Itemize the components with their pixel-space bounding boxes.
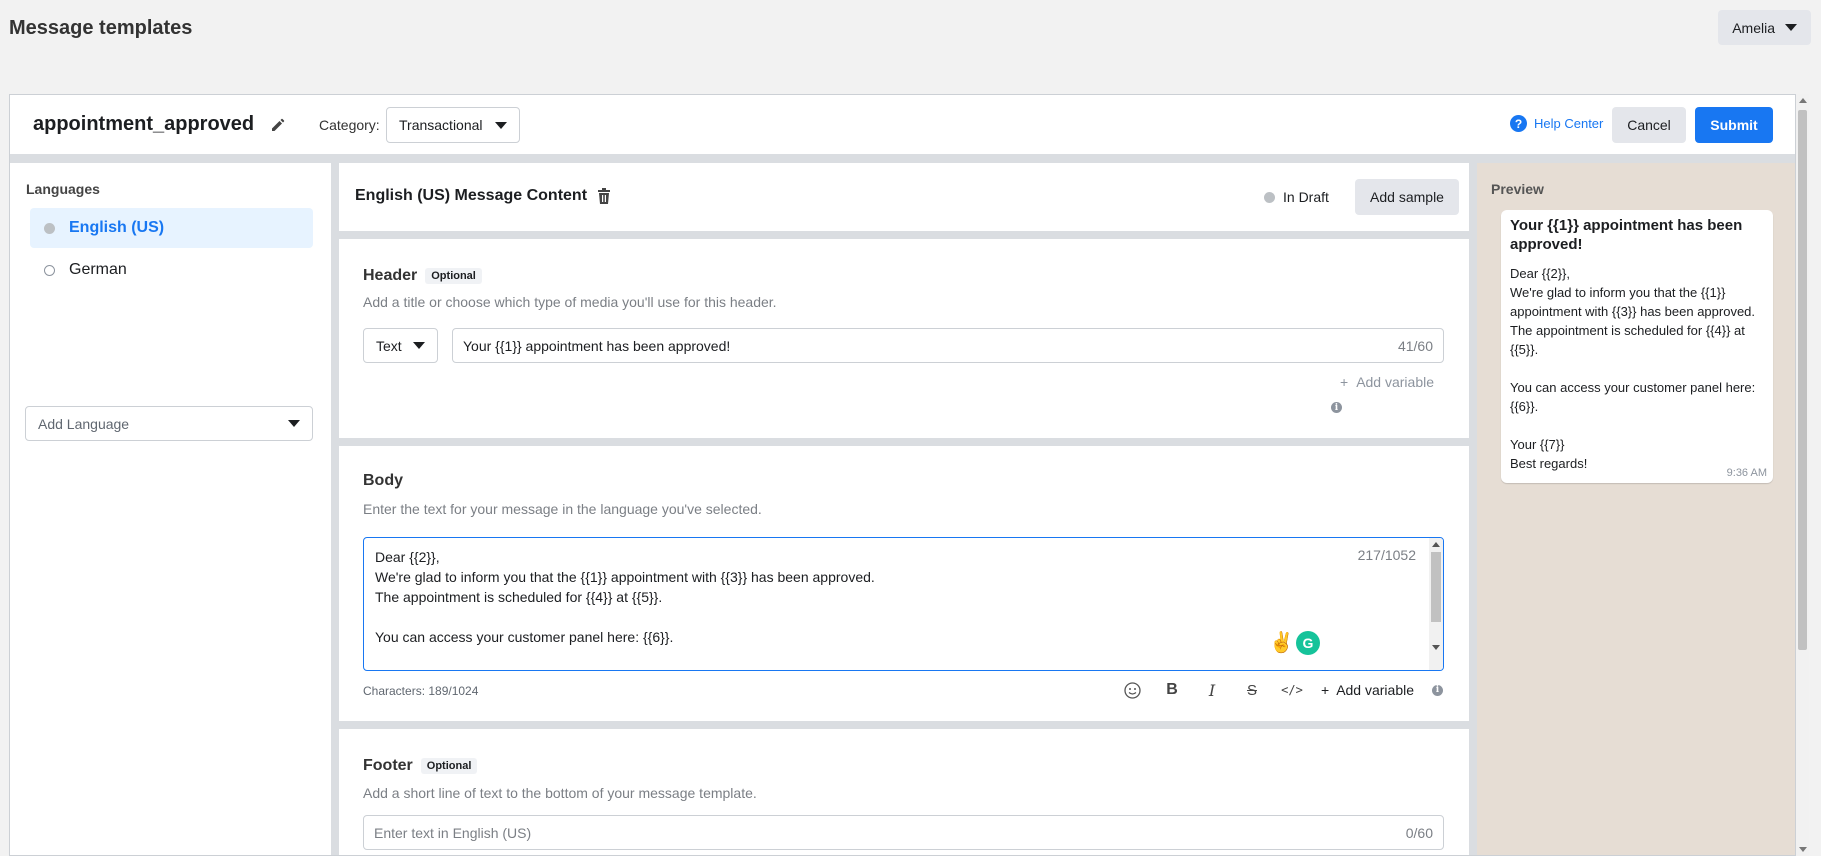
body-format-toolbar: B I S </> + Add variable i (1121, 679, 1444, 701)
status-label: In Draft (1283, 189, 1329, 205)
emoji-icon[interactable] (1121, 679, 1143, 701)
scroll-down-icon[interactable] (1799, 847, 1807, 852)
language-item-english[interactable]: English (US) (30, 208, 313, 248)
header-title-text: Header (363, 267, 418, 284)
plus-icon: + (1340, 374, 1349, 390)
language-status-dot (44, 264, 55, 276)
caret-down-icon (1785, 24, 1797, 31)
category-value: Transactional (399, 117, 483, 133)
body-textarea[interactable]: Dear {{2}}, We're glad to inform you tha… (363, 537, 1444, 671)
header-text-input[interactable]: Your {{1}} appointment has been approved… (452, 328, 1444, 363)
footer-description: Add a short line of text to the bottom o… (363, 785, 757, 801)
header-text-counter: 41/60 (1397, 337, 1433, 354)
strikethrough-icon[interactable]: S (1241, 679, 1263, 701)
optional-badge: Optional (420, 758, 478, 774)
textarea-scrollbar-thumb[interactable] (1431, 552, 1441, 622)
scroll-down-icon[interactable] (1432, 645, 1440, 650)
header-section: Header Optional Add a title or choose wh… (339, 239, 1469, 438)
languages-panel: Languages English (US) German Add Langua… (10, 163, 331, 855)
body-add-variable-button[interactable]: + Add variable (1321, 682, 1414, 698)
add-language-placeholder: Add Language (38, 415, 130, 432)
bold-icon[interactable]: B (1161, 679, 1183, 701)
top-bar: Message templates Amelia (0, 0, 1821, 58)
message-bubble: Your {{1}} appointment has been approved… (1501, 210, 1773, 483)
trash-icon[interactable] (597, 188, 611, 204)
page-scrollbar[interactable] (1796, 94, 1809, 856)
italic-icon[interactable]: I (1201, 679, 1223, 701)
add-variable-label: Add variable (1356, 374, 1435, 390)
caret-down-icon (288, 420, 300, 427)
content-title-card: English (US) Message Content In Draft Ad… (339, 163, 1469, 231)
header-add-variable-button[interactable]: + Add variable (1340, 374, 1434, 390)
bubble-timestamp: 9:36 AM (1726, 467, 1767, 479)
body-text: Dear {{2}}, We're glad to inform you tha… (375, 549, 875, 670)
editor-frame: appointment_approved Category: Transacti… (9, 94, 1796, 856)
add-variable-label: Add variable (1336, 682, 1415, 698)
help-center-link[interactable]: ? Help Center (1510, 115, 1603, 132)
footer-text-input[interactable]: Enter text in English (US) 0/60 (363, 815, 1444, 850)
info-icon: i (1432, 684, 1444, 696)
body-title: Body (363, 472, 403, 490)
scroll-up-icon[interactable] (1799, 98, 1807, 103)
footer-text-counter: 0/60 (1405, 824, 1433, 841)
footer-title-text: Footer (363, 757, 413, 774)
caret-down-icon (413, 342, 425, 349)
help-icon: ? (1510, 115, 1527, 132)
body-counter: 217/1052 (1357, 547, 1416, 563)
help-center-label: Help Center (1534, 116, 1604, 131)
header-description: Add a title or choose which type of medi… (363, 294, 777, 310)
preview-panel: Preview Your {{1}} appointment has been … (1477, 163, 1795, 855)
content-title: English (US) Message Content (355, 187, 588, 204)
submit-button[interactable]: Submit (1695, 107, 1773, 143)
bubble-header-text: Your {{1}} appointment has been approved… (1510, 217, 1743, 253)
caret-down-icon (495, 121, 507, 129)
pencil-icon[interactable] (270, 117, 286, 133)
scroll-up-icon[interactable] (1432, 542, 1440, 547)
body-description: Enter the text for your message in the l… (363, 501, 762, 517)
footer-section: Footer Optional Add a short line of text… (339, 729, 1469, 855)
add-language-select[interactable]: Add Language (25, 406, 313, 441)
template-header-bar: appointment_approved Category: Transacti… (10, 95, 1795, 155)
languages-title: Languages (26, 181, 100, 197)
draft-status: In Draft (1264, 189, 1329, 205)
info-icon: i (1331, 402, 1342, 413)
body-character-count: Characters: 189/1024 (363, 684, 479, 698)
bubble-body-text: Dear {{2}}, We're glad to inform you tha… (1510, 266, 1756, 471)
grammarly-icon[interactable]: G (1296, 631, 1320, 655)
add-sample-button[interactable]: Add sample (1355, 179, 1459, 215)
language-label: German (69, 261, 127, 278)
language-status-dot (44, 222, 55, 234)
template-name: appointment_approved (33, 113, 255, 135)
code-icon[interactable]: </> (1281, 679, 1303, 701)
footer-title: Footer Optional (363, 757, 478, 775)
cancel-button[interactable]: Cancel (1612, 107, 1686, 143)
language-label: English (US) (69, 219, 165, 236)
header-title: Header Optional (363, 267, 482, 285)
plus-icon: + (1321, 682, 1330, 698)
header-type-select[interactable]: Text (363, 328, 438, 363)
user-menu-button[interactable]: Amelia (1718, 10, 1811, 45)
body-section: Body Enter the text for your message in … (339, 446, 1469, 721)
user-name: Amelia (1732, 19, 1775, 36)
language-item-german[interactable]: German (30, 250, 313, 290)
status-dot (1264, 191, 1275, 203)
page-scrollbar-thumb[interactable] (1798, 110, 1807, 650)
textarea-scrollbar[interactable] (1429, 538, 1443, 670)
header-type-value: Text (376, 337, 402, 354)
victory-hand-icon[interactable]: ✌ (1269, 630, 1294, 655)
app-title: Message templates (9, 17, 193, 39)
header-text-value: Your {{1}} appointment has been approved… (463, 337, 731, 354)
category-label: Category: (319, 117, 380, 133)
body-title-text: Body (363, 472, 403, 489)
preview-title: Preview (1491, 181, 1544, 197)
optional-badge: Optional (425, 268, 482, 284)
category-select[interactable]: Transactional (386, 107, 520, 143)
footer-placeholder: Enter text in English (US) (374, 824, 532, 841)
